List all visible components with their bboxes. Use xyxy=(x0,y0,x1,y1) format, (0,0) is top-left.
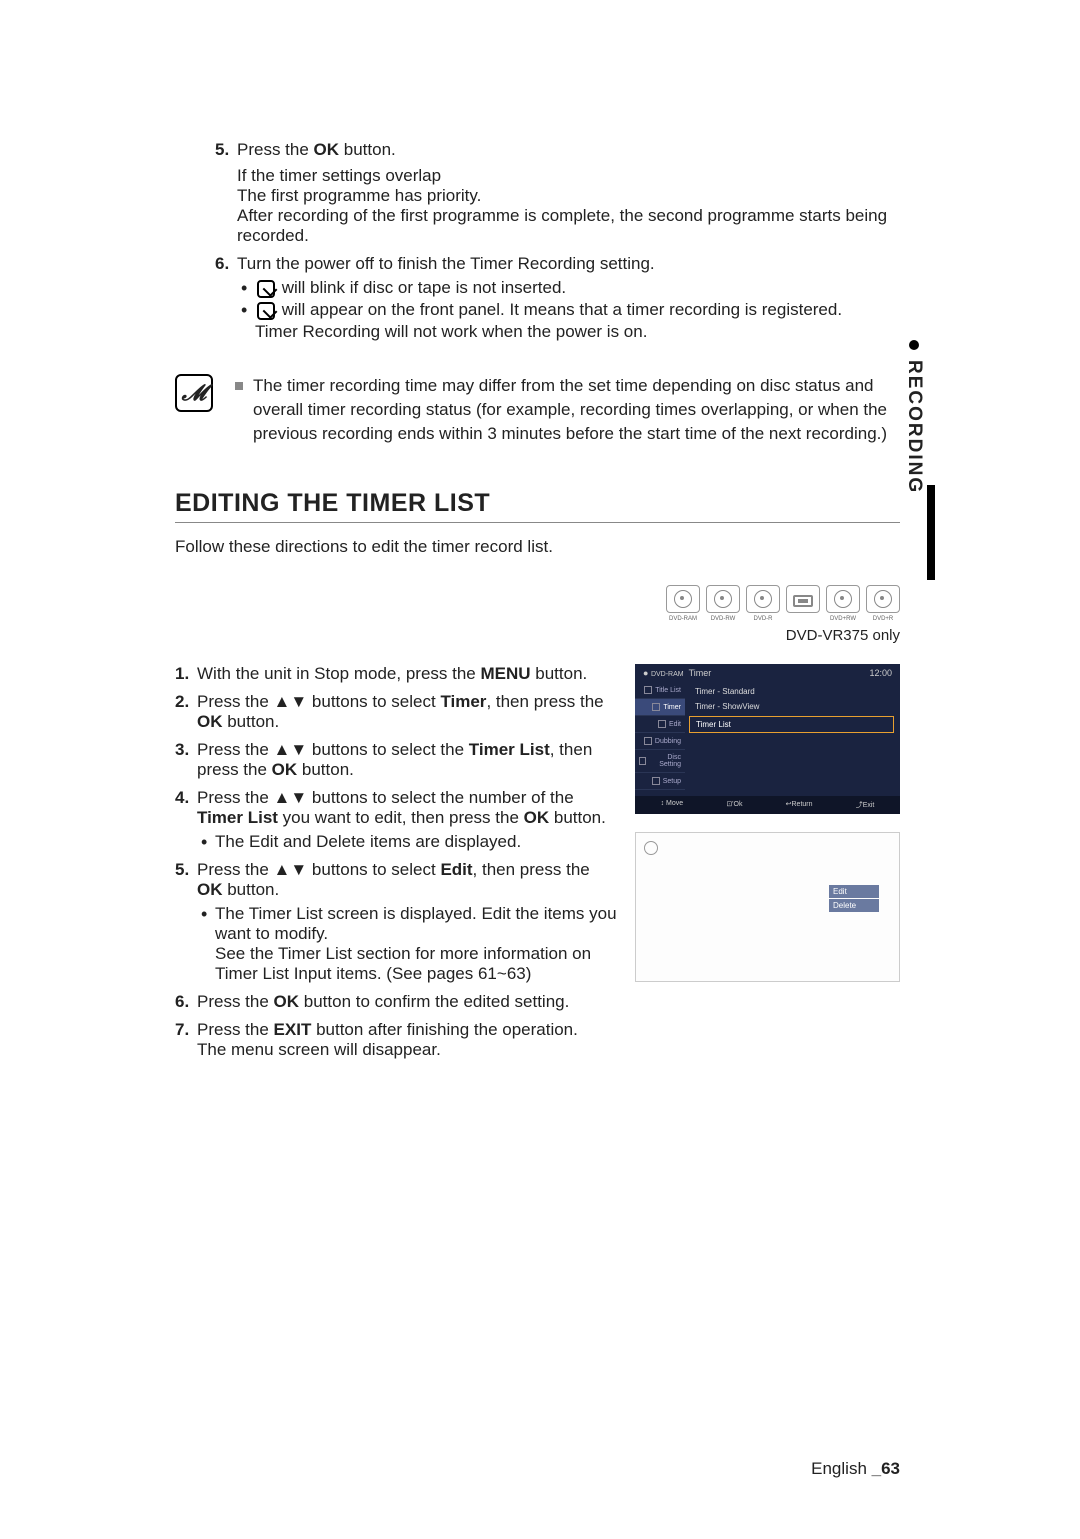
step-b3: 3. Press the ▲▼ buttons to select the Ti… xyxy=(175,740,617,780)
dvd-rw-icon: DVD-RW xyxy=(706,585,740,613)
osd-menu-delete: Delete xyxy=(829,899,879,912)
section-title: EDITING THE TIMER LIST xyxy=(175,489,900,523)
model-note: DVD-VR375 only xyxy=(175,627,900,644)
osd-main-timer-list: Timer List xyxy=(689,716,894,733)
osd-side-title-list: Title List xyxy=(635,682,685,699)
timer-icon xyxy=(257,302,275,320)
dvd-r-icon: DVD-R xyxy=(746,585,780,613)
osd-side-timer: Timer xyxy=(635,699,685,716)
step-b6: 6. Press the OK button to confirm the ed… xyxy=(175,992,617,1012)
osd-side-edit: Edit xyxy=(635,716,685,733)
step-b5: 5. Press the ▲▼ buttons to select Edit, … xyxy=(175,860,617,984)
step-b7: 7. Press the EXIT button after finishing… xyxy=(175,1020,617,1060)
step-text: Press the OK button. xyxy=(237,140,396,159)
step-b4: 4. Press the ▲▼ buttons to select the nu… xyxy=(175,788,617,852)
steps-continued: 5. Press the OK button. If the timer set… xyxy=(215,140,900,342)
step-number: 6. xyxy=(215,254,229,274)
page-footer: English _63 xyxy=(811,1459,900,1479)
step-b2: 2. Press the ▲▼ buttons to select Timer,… xyxy=(175,692,617,732)
note-icon: 𝓜 xyxy=(175,374,213,412)
tape-icon xyxy=(786,585,820,613)
dvd-plus-r-icon: DVD+R xyxy=(866,585,900,613)
section-subtitle: Follow these directions to edit the time… xyxy=(175,537,900,557)
step-b1: 1. With the unit in Stop mode, press the… xyxy=(175,664,617,684)
step-text: Turn the power off to finish the Timer R… xyxy=(237,254,655,273)
osd-menu-edit: Edit xyxy=(829,885,879,898)
timer-icon xyxy=(257,280,275,298)
step-number: 5. xyxy=(215,140,229,160)
step-6: 6. Turn the power off to finish the Time… xyxy=(215,254,900,342)
disc-compatibility-row: DVD-RAM DVD-RW DVD-R DVD+RW DVD+R xyxy=(175,585,900,613)
note-text: The timer recording time may differ from… xyxy=(235,374,900,445)
editing-steps: 1. With the unit in Stop mode, press the… xyxy=(175,664,617,1060)
disc-badge-icon xyxy=(644,841,658,855)
osd-mockup-timer-list: ● DVD-RAM Timer 12:00 Title List Timer E… xyxy=(635,664,900,814)
dvd-ram-icon: DVD-RAM xyxy=(666,585,700,613)
osd-mockup-edit-delete: Edit Delete xyxy=(635,832,900,982)
step-5: 5. Press the OK button. If the timer set… xyxy=(215,140,900,246)
note-block: 𝓜 The timer recording time may differ fr… xyxy=(175,374,900,445)
osd-main-timer-standard: Timer - Standard xyxy=(689,684,894,699)
bullet-appear: will appear on the front panel. It means… xyxy=(237,300,900,342)
side-accent-bar xyxy=(927,485,935,580)
step-5-sub: If the timer settings overlap The first … xyxy=(237,166,900,246)
osd-side-disc-setting: Disc Setting xyxy=(635,750,685,773)
osd-side-dubbing: Dubbing xyxy=(635,733,685,750)
step-6-bullets: will blink if disc or tape is not insert… xyxy=(237,278,900,342)
osd-main-timer-showview: Timer - ShowView xyxy=(689,699,894,714)
osd-side-setup: Setup xyxy=(635,773,685,790)
dvd-plus-rw-icon: DVD+RW xyxy=(826,585,860,613)
side-tab: RECORDING xyxy=(903,340,925,494)
bullet-blink: will blink if disc or tape is not insert… xyxy=(237,278,900,298)
